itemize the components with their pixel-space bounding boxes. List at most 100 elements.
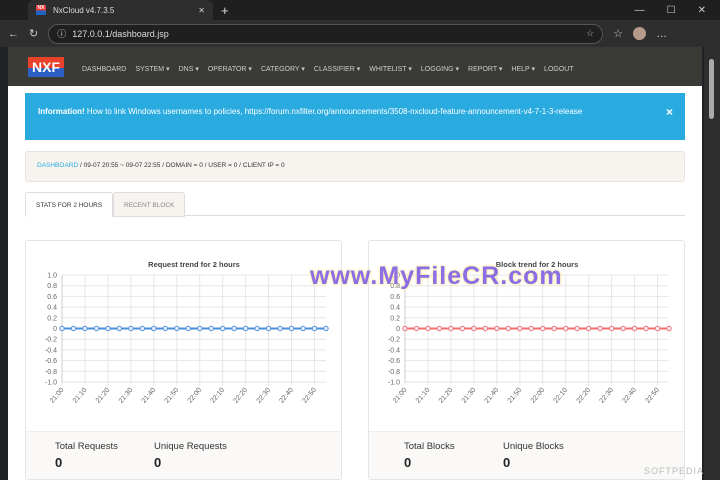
data-point xyxy=(448,325,454,332)
data-point xyxy=(162,325,169,332)
new-tab-icon[interactable]: + xyxy=(221,3,229,18)
y-tick-label: 0 xyxy=(53,326,57,333)
avatar[interactable] xyxy=(633,27,647,40)
url-input[interactable]: ⓘ 127.0.0.1/dashboard.jsp ☆ xyxy=(48,23,604,44)
data-point xyxy=(631,325,638,332)
data-point xyxy=(597,325,603,332)
request-chart-card: Request trend for 2 hours 1.0 0.8 0.6 0.4 0.2… xyxy=(25,240,342,480)
data-point xyxy=(551,325,557,332)
data-point xyxy=(425,325,431,332)
x-tick-label: 22:30 xyxy=(256,387,273,405)
data-point xyxy=(436,325,443,332)
y-tick-label: -0.4 xyxy=(45,347,57,354)
nav-item-category[interactable]: CATEGORY ▾ xyxy=(261,66,305,73)
data-point xyxy=(105,325,111,332)
x-tick-label: 22:20 xyxy=(576,387,593,405)
browser-tab[interactable]: NX NxCloud v4.7.3.5 ✕ xyxy=(28,0,213,20)
y-tick-label: -1.0 xyxy=(388,380,400,387)
data-point xyxy=(540,325,546,332)
y-tick-label: 0.6 xyxy=(390,294,400,301)
data-point xyxy=(277,325,283,332)
nav-item-operator[interactable]: OPERATOR ▾ xyxy=(208,66,252,73)
minimize-icon[interactable]: — xyxy=(635,5,645,16)
data-point xyxy=(254,325,260,332)
y-tick-label: 0.2 xyxy=(47,315,57,322)
data-point xyxy=(482,325,489,332)
data-point xyxy=(459,325,466,332)
nav-item-system[interactable]: SYSTEM ▾ xyxy=(135,66,169,73)
x-tick-label: 21:10 xyxy=(72,387,89,405)
nav-item-whitelist[interactable]: WHITELIST ▾ xyxy=(369,66,412,73)
close-window-icon[interactable]: ✕ xyxy=(698,5,706,16)
x-tick-label: 21:20 xyxy=(438,387,455,405)
nav-item-classifier[interactable]: CLASSIFIER ▾ xyxy=(314,66,360,73)
maximize-icon[interactable]: ☐ xyxy=(667,5,676,16)
x-tick-label: 22:10 xyxy=(553,387,570,405)
data-point xyxy=(197,325,203,332)
y-tick-label: 0 xyxy=(396,326,400,333)
x-tick-label: 22:00 xyxy=(530,387,547,405)
y-tick-label: 0.4 xyxy=(47,305,57,312)
data-point xyxy=(300,325,306,332)
favorites-icon[interactable]: ☆ xyxy=(613,27,623,40)
nav-item-logout[interactable]: LOGOUT xyxy=(544,66,574,73)
data-point xyxy=(413,325,420,332)
close-alert-icon[interactable]: × xyxy=(666,106,673,119)
close-tab-icon[interactable]: ✕ xyxy=(198,6,205,15)
x-tick-label: 22:30 xyxy=(599,387,616,405)
info-text: How to link Windows usernames to policie… xyxy=(84,107,583,116)
total-requests: Total Requests 0 xyxy=(55,441,118,470)
back-icon[interactable]: ← xyxy=(8,28,19,40)
data-point xyxy=(402,325,408,332)
data-point xyxy=(574,325,580,332)
y-tick-label: -0.8 xyxy=(388,369,400,376)
x-tick-label: 22:40 xyxy=(621,387,638,405)
y-tick-label: -0.6 xyxy=(45,358,57,365)
data-point xyxy=(70,325,77,332)
data-point xyxy=(505,325,512,332)
data-point xyxy=(128,325,134,332)
nav-item-dns[interactable]: DNS ▾ xyxy=(179,66,199,73)
data-point xyxy=(643,325,649,332)
x-tick-label: 21:10 xyxy=(415,387,432,405)
data-point xyxy=(517,325,523,332)
address-bar: ← ↻ ⓘ 127.0.0.1/dashboard.jsp ☆ ☆ … xyxy=(0,20,720,47)
logo[interactable]: NXF xyxy=(28,56,64,77)
nav-item-dashboard[interactable]: DASHBOARD xyxy=(82,66,126,73)
data-point xyxy=(208,325,214,332)
scrollbar[interactable] xyxy=(704,47,720,480)
nav-item-report[interactable]: REPORT ▾ xyxy=(468,66,502,73)
x-tick-label: 21:40 xyxy=(484,387,501,405)
more-icon[interactable]: … xyxy=(656,28,667,40)
tabs: STATS FOR 2 HOURS RECENT BLOCK xyxy=(25,192,685,217)
tab-stats[interactable]: STATS FOR 2 HOURS xyxy=(25,192,114,217)
x-tick-label: 21:50 xyxy=(164,387,181,405)
data-point xyxy=(323,325,329,332)
favorite-icon[interactable]: ☆ xyxy=(586,28,594,39)
data-point xyxy=(82,325,88,332)
data-point xyxy=(139,325,146,332)
y-tick-label: 0.8 xyxy=(47,283,57,290)
data-point xyxy=(654,325,661,332)
data-point xyxy=(174,325,180,332)
breadcrumb-dashboard[interactable]: DASHBOARD xyxy=(37,162,78,169)
reload-icon[interactable]: ↻ xyxy=(29,27,38,40)
x-tick-label: 21:20 xyxy=(95,387,112,405)
y-tick-label: -0.2 xyxy=(45,337,57,344)
x-tick-label: 22:10 xyxy=(210,387,227,405)
data-point xyxy=(311,325,318,332)
y-tick-label: -1.0 xyxy=(45,380,57,387)
data-point xyxy=(585,325,592,332)
y-tick-label: -0.8 xyxy=(45,369,57,376)
nav-item-logging[interactable]: LOGGING ▾ xyxy=(421,66,459,73)
tab-recent-block[interactable]: RECENT BLOCK xyxy=(113,192,186,217)
info-icon: ⓘ xyxy=(57,29,67,39)
navbar: NXF DASHBOARD SYSTEM ▾ DNS ▾ OPERATOR ▾ CATE… xyxy=(8,47,702,86)
data-point xyxy=(231,325,237,332)
nav-item-help[interactable]: HELP ▾ xyxy=(511,66,535,73)
y-tick-label: 0.6 xyxy=(47,294,57,301)
y-tick-label: -0.4 xyxy=(388,347,400,354)
y-tick-label: -0.2 xyxy=(388,337,400,344)
x-tick-label: 21:40 xyxy=(141,387,158,405)
total-blocks: Total Blocks 0 xyxy=(404,441,455,470)
